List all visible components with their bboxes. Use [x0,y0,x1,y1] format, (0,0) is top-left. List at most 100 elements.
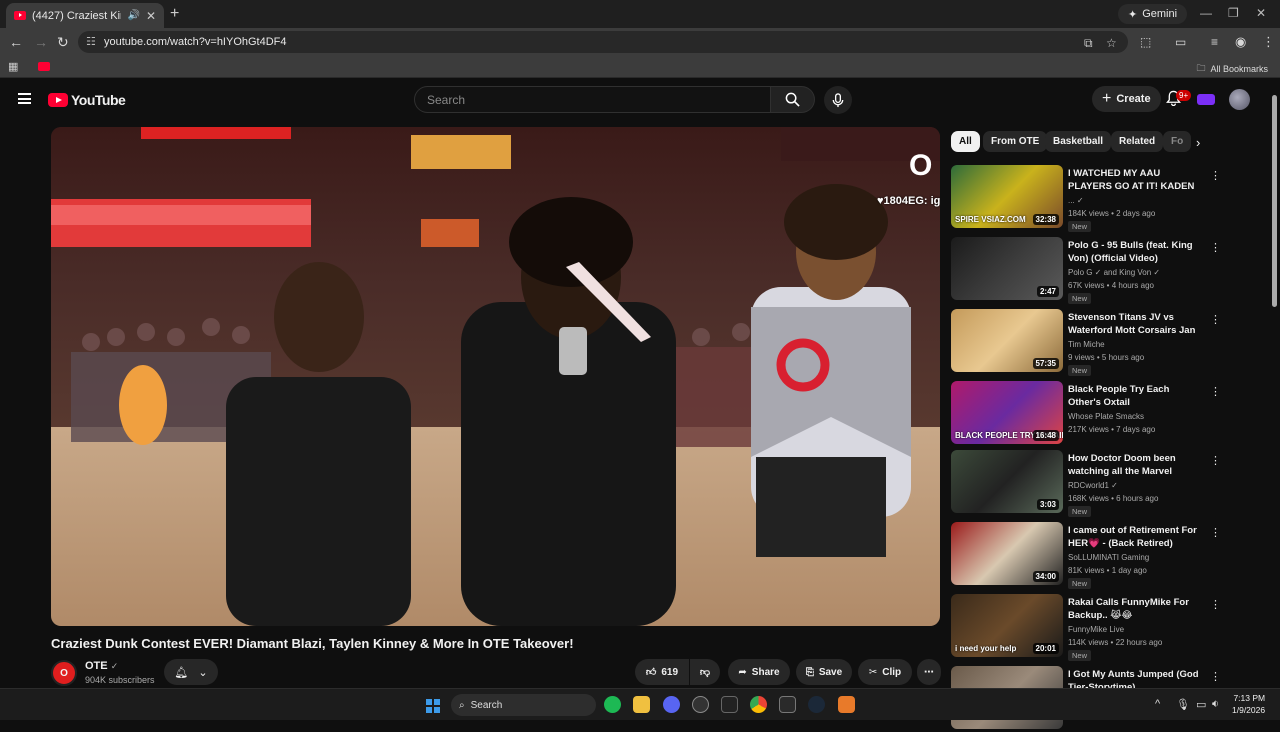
save-button[interactable]: ⎘ Save [796,659,852,685]
all-bookmarks-button[interactable]: 🗀 All Bookmarks [1196,61,1268,77]
recommendation-item[interactable]: 34:00 I came out of Retirement For HER💗 -… [951,522,1221,589]
recommendation-title[interactable]: Rakai Calls FunnyMike For Backup.. 😹😂 [1068,596,1204,622]
system-clock[interactable]: 7:13 PM 1/9/2026 [1232,692,1265,716]
recommendation-item[interactable]: 3:03 How Doctor Doom been watching all th… [951,450,1221,517]
site-info-icon[interactable]: ☷ [86,35,96,48]
recommendation-item[interactable]: BLACK PEOPLE TRY OXTAIL 16:48 Black People… [951,381,1221,447]
search-input[interactable]: Search [414,86,771,113]
app-g-icon[interactable] [779,696,796,713]
chip-partial[interactable]: Fo [1163,131,1191,152]
video-thumbnail[interactable]: BLACK PEOPLE TRY OXTAIL 16:48 [951,381,1063,444]
extensions-icon[interactable]: ⬚ [1140,35,1151,49]
recommendation-title[interactable]: Polo G - 95 Bulls (feat. King Von) (Offi… [1068,239,1204,265]
like-button[interactable]: 👍︎ 619 [635,659,689,685]
media-control-icon[interactable]: ≡ [1211,35,1218,49]
volume-icon[interactable]: 🔉︎ [1212,698,1219,711]
subscribed-notification-button[interactable]: 🔔︎ ⌄ [164,659,218,685]
back-arrow-icon[interactable]: ← [9,34,23,50]
scrollbar-thumb[interactable] [1272,95,1277,307]
more-vertical-icon[interactable]: ⋮ [1210,526,1221,539]
more-vertical-icon[interactable]: ⋮ [1210,454,1221,467]
app-icon[interactable] [692,696,709,713]
browser-tab-youtube[interactable]: (4427) Craziest King Of The 🔊 ✕ [6,3,164,28]
close-tab-icon[interactable]: ✕ [146,9,156,23]
recommendation-channel[interactable]: Tim Miche [1068,340,1105,349]
recommendation-channel[interactable]: SoLLUMINATI Gaming [1068,553,1149,562]
apps-grid-icon[interactable]: ▦ [8,60,18,73]
more-vertical-icon[interactable]: ⋮ [1210,385,1221,398]
steam-icon[interactable] [808,696,825,713]
forward-arrow-icon[interactable]: → [34,34,48,50]
menu-hamburger-icon[interactable] [18,93,31,104]
epic-games-icon[interactable] [721,696,738,713]
account-avatar[interactable] [1229,89,1250,110]
gemini-button[interactable]: ✦ Gemini [1118,4,1188,24]
tray-overflow-icon[interactable]: ^ [1155,698,1160,710]
install-app-icon[interactable]: ⧉ [1084,36,1093,51]
profile-icon[interactable]: ◉ [1235,34,1246,50]
discord-icon[interactable] [663,696,680,713]
recommendation-item[interactable]: 2:47 Polo G - 95 Bulls (feat. King Von) (… [951,237,1221,304]
video-thumbnail[interactable]: SPIRE VSIAZ.COM 32:38 [951,165,1063,228]
youtube-logo[interactable]: YouTube [48,92,126,108]
more-vertical-icon[interactable]: ⋮ [1210,241,1221,254]
recommendation-title[interactable]: I WATCHED MY AAU PLAYERS GO AT IT! KADEN… [1068,167,1204,193]
more-vertical-icon[interactable]: ⋮ [1210,598,1221,611]
chip-all[interactable]: All [951,131,980,152]
new-tab-icon[interactable]: + [170,5,179,23]
recommendation-item[interactable]: 57:35 Stevenson Titans JV vs Waterford Mo… [951,309,1221,376]
address-bar[interactable]: ☷ youtube.com/watch?v=hIYOhGt4DF4 ⧉ ☆ [78,31,1128,53]
chrome-menu-icon[interactable]: ⋮ [1262,34,1275,50]
clip-button[interactable]: ✂ Clip [858,659,912,685]
audio-playing-icon[interactable]: 🔊 [127,10,139,21]
recommendation-channel[interactable]: ... ✓ [1068,196,1084,205]
dislike-button[interactable]: 👎︎ [690,659,720,685]
premium-icon[interactable] [1197,94,1215,105]
microphone-tray-icon[interactable]: 🎙︎ [1176,698,1190,711]
recommendation-item[interactable]: SPIRE VSIAZ.COM 32:38 I WATCHED MY AAU PLA… [951,165,1221,232]
windows-start-icon[interactable] [426,699,440,713]
bookmark-star-icon[interactable]: ☆ [1106,36,1117,50]
minimize-window-icon[interactable]: — [1200,6,1212,20]
chip-related[interactable]: Related [1111,131,1164,152]
video-thumbnail[interactable]: 57:35 [951,309,1063,372]
maximize-window-icon[interactable]: ❐ [1228,6,1239,20]
video-thumbnail[interactable]: i need your help 20:01 [951,594,1063,657]
video-player[interactable]: O ♥1804EG: ight u seen sahe n em loot [51,127,940,626]
recommendation-title[interactable]: Stevenson Titans JV vs Waterford Mott Co… [1068,311,1204,337]
chip-from-ote[interactable]: From OTE [983,131,1048,152]
reading-list-icon[interactable]: ▭ [1175,35,1186,49]
video-thumbnail[interactable]: 2:47 [951,237,1063,300]
chrome-icon[interactable] [750,696,767,713]
recommendation-channel[interactable]: Polo G ✓ and King Von ✓ [1068,268,1160,277]
app-orange-icon[interactable] [838,696,855,713]
recommendation-title[interactable]: How Doctor Doom been watching all the Ma… [1068,452,1204,478]
recommendation-channel[interactable]: FunnyMike Live [1068,625,1124,634]
chevron-right-icon[interactable]: › [1196,135,1200,150]
share-button[interactable]: ➦ Share [728,659,790,685]
recommendation-item[interactable]: i need your help 20:01 Rakai Calls FunnyMi… [951,594,1221,661]
channel-name[interactable]: OTE ✓ [85,660,118,672]
more-vertical-icon[interactable]: ⋮ [1210,670,1221,683]
reload-icon[interactable]: ↻ [57,34,69,51]
video-thumbnail[interactable]: 34:00 [951,522,1063,585]
recommendation-channel[interactable]: RDCworld1 ✓ [1068,481,1118,490]
recommendation-title[interactable]: I came out of Retirement For HER💗 - (Bac… [1068,524,1204,550]
recommendation-title[interactable]: Black People Try Each Other's Oxtail [1068,383,1204,409]
create-button[interactable]: + Create [1092,86,1161,112]
more-vertical-icon[interactable]: ⋮ [1210,313,1221,326]
search-button[interactable] [771,86,815,113]
file-explorer-icon[interactable] [633,696,650,713]
close-window-icon[interactable]: ✕ [1256,6,1266,20]
more-actions-button[interactable]: ⋯ [917,659,941,685]
network-icon[interactable]: ▭ [1196,698,1206,711]
spotify-icon[interactable] [604,696,621,713]
youtube-bookmark-icon[interactable] [38,62,50,71]
taskbar-search[interactable]: ⌕ Search [451,694,596,716]
channel-avatar[interactable]: O [51,660,77,686]
chip-basketball[interactable]: Basketball [1045,131,1112,152]
recommendation-channel[interactable]: Whose Plate Smacks [1068,412,1144,421]
video-thumbnail[interactable]: 3:03 [951,450,1063,513]
voice-search-button[interactable] [824,86,852,114]
more-vertical-icon[interactable]: ⋮ [1210,169,1221,182]
